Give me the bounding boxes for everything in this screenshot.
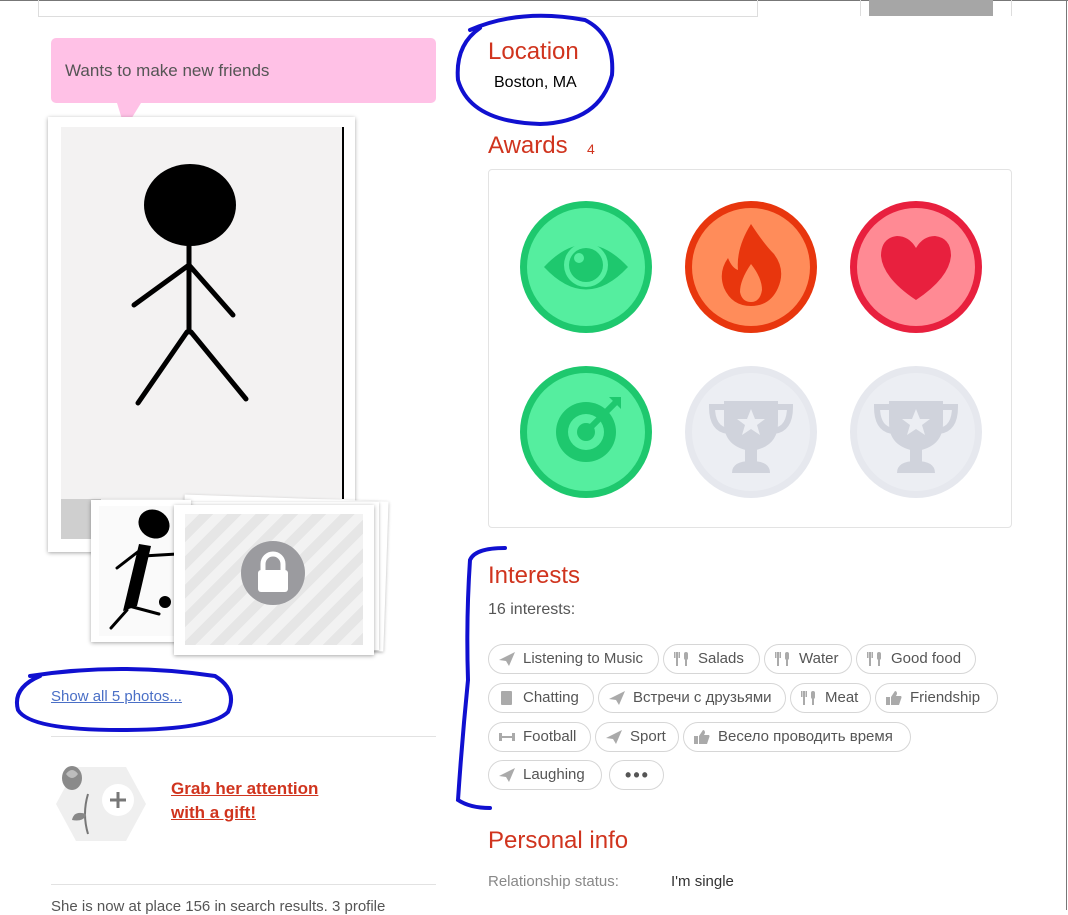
search-rank-text: She is now at place 156 in search result…	[51, 898, 386, 915]
plane-icon	[499, 652, 515, 666]
interest-tag-label: Chatting	[523, 689, 579, 706]
stick-figure-drawing	[131, 164, 249, 406]
awards-count: 4	[587, 141, 595, 157]
personal-info-heading: Personal info	[488, 827, 629, 854]
interest-tag-label: Listening to Music	[523, 650, 644, 667]
divider	[51, 884, 436, 885]
interest-tag-label: Water	[799, 650, 839, 667]
interests-heading: Interests	[488, 562, 581, 589]
interest-tag[interactable]: Salads	[663, 644, 760, 674]
eye-icon	[520, 201, 652, 333]
gift-link-line1[interactable]: Grab her attention	[171, 777, 318, 801]
plane-icon	[609, 691, 625, 705]
interest-tag-label: Friendship	[910, 689, 981, 706]
main-photo[interactable]	[61, 127, 344, 499]
award-flame[interactable]	[682, 198, 820, 336]
show-all-photos-link[interactable]: Show all 5 photos...	[51, 688, 182, 705]
interest-tag[interactable]: Football	[488, 722, 591, 752]
interest-tag[interactable]: Laughing	[488, 760, 602, 790]
fork-knife-icon	[674, 652, 688, 666]
interest-tag-label: Salads	[698, 650, 744, 667]
interest-tag[interactable]: Good food	[856, 644, 976, 674]
target-icon	[520, 366, 652, 498]
football-figure-drawing	[109, 509, 179, 630]
interest-tag[interactable]: Friendship	[875, 683, 998, 713]
award-eye[interactable]	[517, 198, 655, 336]
interest-tag[interactable]: Listening to Music	[488, 644, 659, 674]
cup-icon	[501, 691, 512, 705]
interest-tag-label: Football	[523, 728, 577, 745]
location-value: Boston, MA	[494, 74, 577, 91]
top-tab-strip	[0, 0, 1068, 17]
fork-knife-icon	[775, 652, 789, 666]
plane-icon	[606, 730, 622, 744]
award-heart[interactable]	[847, 198, 985, 336]
location-heading: Location	[488, 38, 579, 65]
location-annotation	[455, 13, 615, 127]
top-tab-area	[38, 0, 758, 17]
awards-heading: Awards	[488, 132, 568, 159]
interest-tag-label: Sport	[630, 728, 666, 745]
award-target[interactable]	[517, 363, 655, 501]
thumbs-up-icon	[694, 730, 710, 744]
fork-knife-icon	[801, 691, 815, 705]
interest-tag-label: Встречи с друзьями	[633, 689, 772, 706]
status-text: Wants to make new friends	[65, 61, 270, 80]
trophy-icon	[685, 366, 817, 498]
interest-tag[interactable]: Water	[764, 644, 852, 674]
interest-tag[interactable]: Chatting	[488, 683, 594, 713]
thumbs-up-icon	[886, 691, 902, 705]
divider	[51, 736, 436, 737]
more-interests-button[interactable]: •••	[609, 760, 664, 790]
status-bubble: Wants to make new friends	[51, 38, 436, 103]
trophy-icon	[850, 366, 982, 498]
flame-icon	[685, 201, 817, 333]
heart-icon	[850, 201, 982, 333]
interest-tag[interactable]: Весело проводить время	[683, 722, 911, 752]
lock-icon	[241, 541, 305, 605]
dumbbell-icon	[499, 733, 515, 741]
plane-icon	[499, 768, 515, 782]
award-locked-1[interactable]	[682, 363, 820, 501]
relationship-status-label: Relationship status:	[488, 873, 619, 890]
interest-tag-label: Meat	[825, 689, 859, 706]
gift-button[interactable]	[52, 764, 148, 844]
interest-tag-label: Весело проводить время	[718, 728, 893, 745]
interest-tag[interactable]: Meat	[790, 683, 871, 713]
fork-knife-icon	[867, 652, 881, 666]
award-locked-2[interactable]	[847, 363, 985, 501]
interest-tag[interactable]: Встречи с друзьями	[598, 683, 786, 713]
window-edge	[1066, 0, 1067, 910]
interests-count: 16 interests:	[488, 601, 576, 618]
interest-tag-label: Good food	[891, 650, 962, 667]
interest-tag-label: Laughing	[523, 766, 585, 783]
relationship-status-value: I'm single	[671, 873, 734, 890]
interest-tag[interactable]: Sport	[595, 722, 679, 752]
gift-link-line2[interactable]: with a gift!	[171, 801, 318, 825]
gift-link[interactable]: Grab her attention with a gift!	[171, 777, 318, 825]
rose-gift-icon	[56, 766, 146, 841]
top-tab-button[interactable]	[860, 0, 1012, 16]
more-icon: •••	[625, 765, 650, 785]
